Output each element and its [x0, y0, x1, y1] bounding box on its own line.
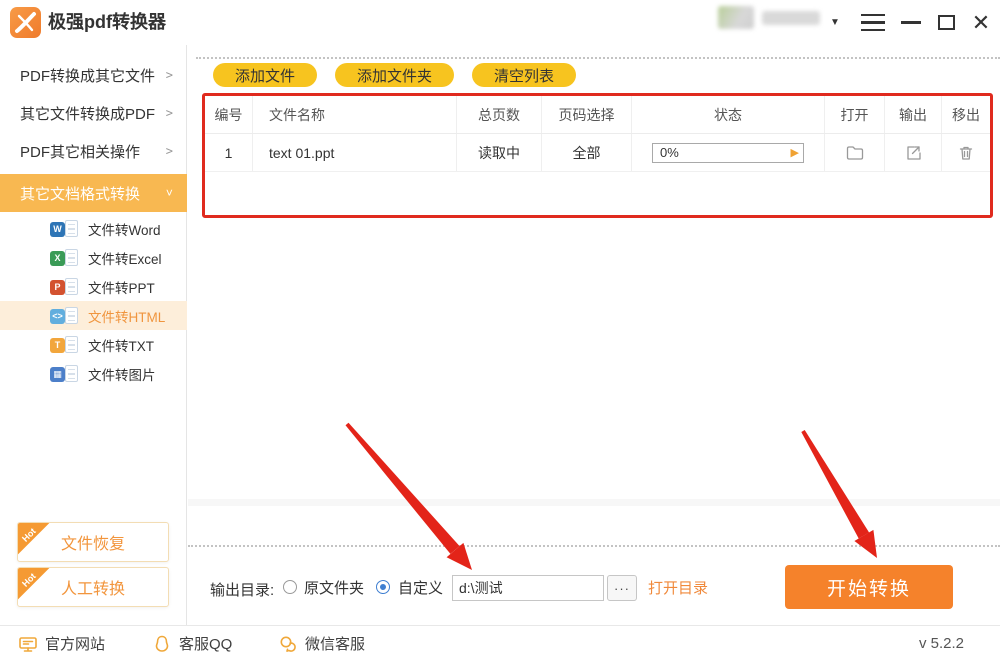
ppt-file-icon: P — [50, 277, 80, 297]
sidebar: PDF转换成其它文件 > 其它文件转换成PDF > PDF其它相关操作 > 其它… — [0, 45, 187, 625]
col-header-open: 打开 — [825, 96, 885, 133]
close-button[interactable]: ✕ — [965, 0, 997, 45]
menu-icon[interactable] — [857, 0, 889, 45]
sidebar-item-file-to-html[interactable]: <> 文件转HTML — [0, 301, 187, 330]
sidebar-group-other-to-pdf[interactable]: 其它文件转换成PDF > — [0, 94, 187, 132]
qq-support-link[interactable]: 客服QQ — [152, 626, 232, 660]
col-header-page-select: 页码选择 — [542, 96, 632, 133]
sidebar-item-file-to-word[interactable]: W 文件转Word — [0, 214, 187, 243]
trash-icon[interactable] — [955, 142, 977, 164]
hot-badge: Hot — [17, 522, 49, 555]
play-icon: ▶ — [791, 146, 799, 159]
wechat-support-link[interactable]: 微信客服 — [278, 626, 365, 660]
radio-custom-label[interactable]: 自定义 — [398, 577, 443, 598]
toolbar: 添加文件 添加文件夹 清空列表 — [213, 63, 576, 87]
divider — [188, 499, 1000, 506]
row-filename: text 01.ppt — [253, 134, 457, 171]
row-status: 0% ▶ — [632, 134, 825, 171]
row-remove-cell — [942, 134, 990, 171]
app-title: 极强pdf转换器 — [48, 0, 166, 45]
image-file-icon: ▦ — [50, 364, 80, 384]
add-file-button[interactable]: 添加文件 — [213, 63, 317, 87]
manual-convert-button[interactable]: Hot 人工转换 — [17, 567, 169, 607]
radio-original-folder-label[interactable]: 原文件夹 — [304, 577, 364, 598]
app-logo-icon — [10, 7, 41, 38]
dotted-divider — [196, 57, 1000, 59]
row-total-pages: 读取中 — [457, 134, 542, 171]
hot-badge: Hot — [17, 567, 49, 600]
col-header-output: 输出 — [885, 96, 942, 133]
app-window: 极强pdf转换器 ▼ ✕ PDF转换成其它文件 > 其它文件转换成PDF > P… — [0, 0, 1000, 660]
row-open-cell — [825, 134, 885, 171]
progress-bar: 0% ▶ — [652, 143, 804, 163]
version-label: v 5.2.2 — [919, 626, 964, 660]
word-file-icon: W — [50, 219, 80, 239]
maximize-button[interactable] — [931, 0, 961, 45]
radio-original-folder[interactable] — [283, 580, 297, 594]
export-icon[interactable] — [902, 142, 924, 164]
add-folder-button[interactable]: 添加文件夹 — [335, 63, 454, 87]
sidebar-group-pdf-operations[interactable]: PDF其它相关操作 > — [0, 132, 187, 170]
progress-value: 0% — [660, 145, 791, 160]
user-name-redacted — [762, 11, 820, 25]
official-website-link[interactable]: 官方网站 — [18, 626, 105, 660]
sidebar-item-file-to-txt[interactable]: T 文件转TXT — [0, 330, 187, 359]
row-number: 1 — [205, 134, 253, 171]
sidebar-item-file-to-image[interactable]: ▦ 文件转图片 — [0, 359, 187, 388]
sidebar-item-file-to-ppt[interactable]: P 文件转PPT — [0, 272, 187, 301]
output-bar: 输出目录: 原文件夹 自定义 ··· 打开目录 开始转换 — [188, 545, 1000, 625]
output-path-input[interactable] — [452, 575, 604, 601]
open-folder-icon[interactable] — [844, 142, 866, 164]
excel-file-icon: X — [50, 248, 80, 268]
output-dir-label: 输出目录: — [210, 579, 274, 600]
open-directory-link[interactable]: 打开目录 — [648, 577, 708, 598]
col-header-total-pages: 总页数 — [457, 96, 542, 133]
main-panel: 添加文件 添加文件夹 清空列表 编号 文件名称 总页数 页码选择 状态 打开 输… — [188, 45, 1000, 545]
txt-file-icon: T — [50, 335, 80, 355]
account-dropdown-caret-icon[interactable]: ▼ — [830, 0, 840, 45]
col-header-status: 状态 — [632, 96, 825, 133]
clear-list-button[interactable]: 清空列表 — [472, 63, 576, 87]
row-output-cell — [885, 134, 942, 171]
user-avatar[interactable] — [718, 6, 754, 29]
title-bar: 极强pdf转换器 ▼ ✕ — [0, 0, 1000, 45]
qq-penguin-icon — [152, 634, 172, 654]
monitor-icon — [18, 634, 38, 654]
table-row: 1 text 01.ppt 读取中 全部 0% ▶ — [205, 134, 990, 172]
footer: 官方网站 客服QQ 微信客服 v 5.2.2 — [0, 625, 1000, 660]
sidebar-item-file-to-excel[interactable]: X 文件转Excel — [0, 243, 187, 272]
col-header-remove: 移出 — [942, 96, 990, 133]
wechat-icon — [278, 634, 298, 654]
file-table-highlight-box: 编号 文件名称 总页数 页码选择 状态 打开 输出 移出 1 text 01.p… — [202, 93, 993, 218]
chevron-right-icon: > — [166, 68, 173, 82]
radio-custom[interactable] — [376, 580, 390, 594]
minimize-button[interactable] — [896, 0, 926, 45]
html-file-icon: <> — [50, 306, 80, 326]
sidebar-group-pdf-to-other[interactable]: PDF转换成其它文件 > — [0, 56, 187, 94]
sidebar-group-other-format-convert[interactable]: 其它文档格式转换 ˅ — [0, 174, 187, 212]
row-page-select[interactable]: 全部 — [542, 134, 632, 171]
chevron-right-icon: > — [166, 106, 173, 120]
file-recovery-button[interactable]: Hot 文件恢复 — [17, 522, 169, 562]
col-header-filename: 文件名称 — [253, 96, 457, 133]
table-header-row: 编号 文件名称 总页数 页码选择 状态 打开 输出 移出 — [205, 96, 990, 134]
start-convert-button[interactable]: 开始转换 — [785, 565, 953, 609]
col-header-number: 编号 — [205, 96, 253, 133]
chevron-right-icon: > — [166, 144, 173, 158]
chevron-down-icon: ˅ — [166, 186, 173, 201]
browse-button[interactable]: ··· — [607, 575, 637, 601]
